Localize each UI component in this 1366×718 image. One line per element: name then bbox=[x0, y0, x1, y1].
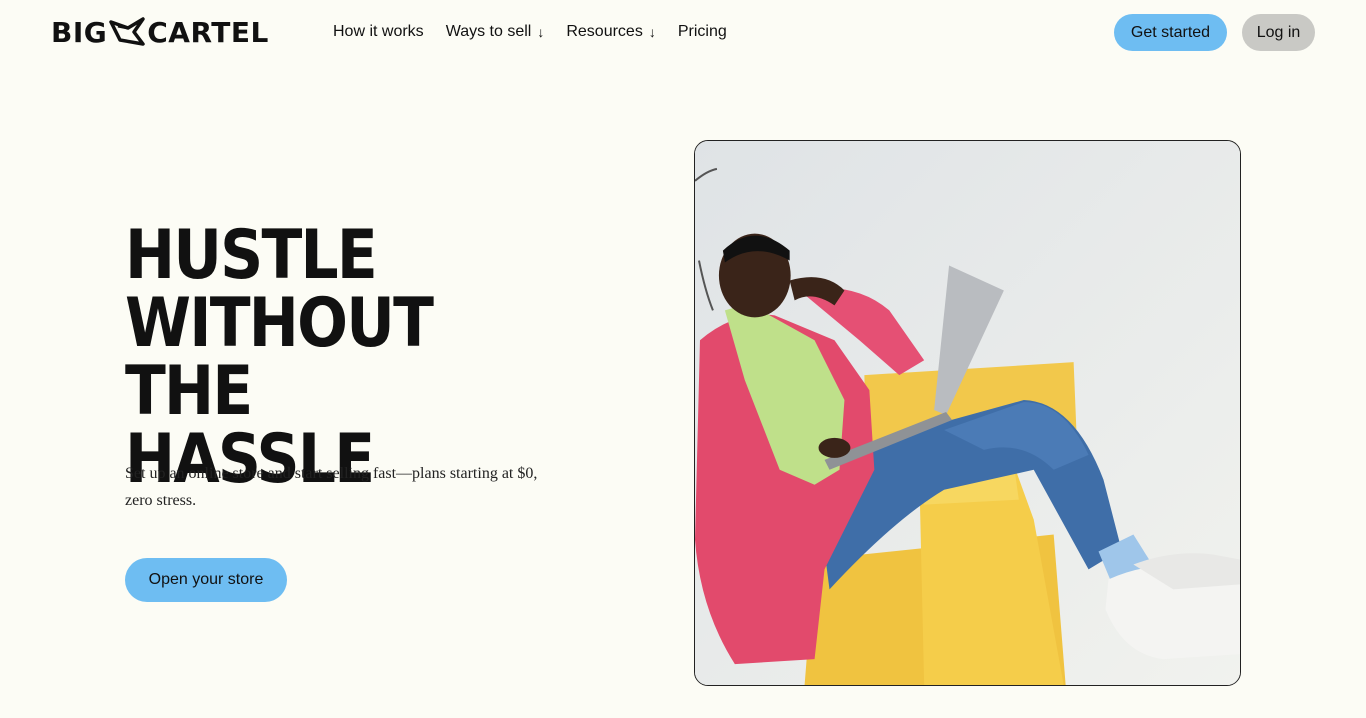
big-cartel-logo[interactable]: BIG CARTEL bbox=[51, 15, 269, 49]
logo-text-cartel: CARTEL bbox=[147, 15, 269, 49]
open-your-store-button[interactable]: Open your store bbox=[125, 558, 287, 602]
hero-title: HUSTLE WITHOUT THE HASSLE bbox=[125, 222, 530, 494]
hero-subtitle: Set up an online store and start selling… bbox=[125, 465, 538, 509]
login-button[interactable]: Log in bbox=[1242, 14, 1315, 51]
logo-swoosh-icon bbox=[109, 17, 145, 46]
arrow-down-icon: ↓ bbox=[537, 24, 545, 40]
hero-photo bbox=[694, 140, 1241, 686]
nav-resources[interactable]: Resources ↓ bbox=[566, 23, 655, 41]
nav-label: Pricing bbox=[677, 23, 727, 40]
main-nav: How it works Ways to sell ↓ Resources ↓ … bbox=[333, 18, 727, 46]
nav-ways-to-sell[interactable]: Ways to sell ↓ bbox=[446, 23, 545, 41]
hero-title-line: HUSTLE bbox=[125, 216, 378, 295]
get-started-button[interactable]: Get started bbox=[1114, 14, 1227, 51]
nav-pricing[interactable]: Pricing bbox=[678, 23, 727, 41]
woman-with-laptop-photo-icon bbox=[695, 141, 1240, 685]
nav-label: How it works bbox=[333, 23, 424, 40]
logo-text-big: BIG bbox=[51, 15, 108, 49]
site-header: BIG CARTEL How it works Ways to sell ↓ R… bbox=[0, 0, 1366, 64]
nav-how-it-works[interactable]: How it works bbox=[333, 23, 424, 41]
nav-label: Resources bbox=[566, 23, 643, 40]
nav-label: Ways to sell bbox=[445, 23, 532, 40]
arrow-down-icon: ↓ bbox=[648, 24, 656, 40]
hero-title-line: WITHOUT THE bbox=[125, 284, 434, 431]
